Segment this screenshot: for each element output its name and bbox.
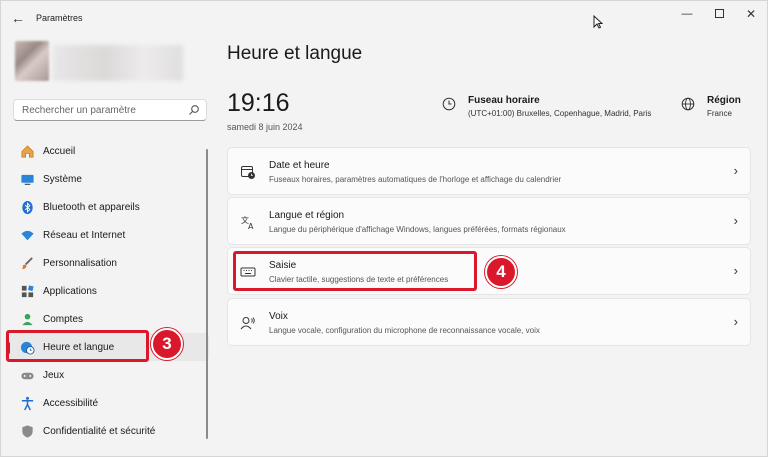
timezone-value: (UTC+01:00) Bruxelles, Copenhague, Madri…	[468, 109, 652, 118]
sidebar-item-confidentialite[interactable]: Confidentialité et sécurité	[5, 417, 209, 445]
home-icon	[19, 143, 35, 159]
title-bar: ← Paramètres — ✕	[1, 1, 767, 35]
chevron-right-icon: ›	[733, 213, 738, 228]
settings-window: ← Paramètres — ✕ Rechercher un paramètre…	[0, 0, 768, 457]
sidebar-nav: Accueil Système Bluetooth et appareils R…	[5, 137, 209, 445]
current-time: 19:16	[227, 89, 290, 117]
apps-icon	[19, 283, 35, 299]
timezone-label: Fuseau horaire	[468, 95, 540, 106]
card-title: Langue et région	[269, 210, 345, 221]
chevron-right-icon: ›	[733, 314, 738, 329]
sidebar-item-systeme[interactable]: Système	[5, 165, 209, 193]
sidebar-item-label: Confidentialité et sécurité	[43, 425, 156, 437]
search-box[interactable]: Rechercher un paramètre	[13, 99, 207, 121]
mouse-cursor-icon	[593, 15, 603, 29]
accessibility-icon	[19, 395, 35, 411]
card-subtitle: Langue du périphérique d'affichage Windo…	[269, 225, 566, 234]
card-date-et-heure[interactable]: Date et heure Fuseaux horaires, paramètr…	[227, 147, 751, 195]
card-langue-et-region[interactable]: 文 A Langue et région Langue du périphéri…	[227, 197, 751, 245]
person-icon	[19, 311, 35, 327]
maximize-icon	[714, 9, 724, 18]
back-arrow-icon[interactable]: ←	[9, 9, 27, 27]
account-name-blurred	[53, 45, 183, 81]
sidebar-item-label: Bluetooth et appareils	[43, 201, 140, 213]
sidebar-item-label: Applications	[43, 285, 97, 297]
shield-icon	[19, 423, 35, 439]
calendar-clock-icon	[241, 166, 255, 179]
sidebar-scrollbar[interactable]	[206, 149, 208, 439]
current-date: samedi 8 juin 2024	[227, 122, 303, 132]
sidebar-item-label: Personnalisation	[43, 257, 117, 269]
gamepad-icon	[19, 367, 35, 383]
sidebar-item-bluetooth[interactable]: Bluetooth et appareils	[5, 193, 209, 221]
sidebar-item-label: Réseau et Internet	[43, 229, 126, 241]
sidebar-item-accessibilite[interactable]: Accessibilité	[5, 389, 209, 417]
sidebar-item-reseau[interactable]: Réseau et Internet	[5, 221, 209, 249]
sidebar-item-label: Jeux	[43, 369, 65, 381]
sidebar-item-applications[interactable]: Applications	[5, 277, 209, 305]
region-label: Région	[707, 95, 741, 106]
sidebar-item-personnalisation[interactable]: Personnalisation	[5, 249, 209, 277]
app-title: Paramètres	[36, 13, 83, 23]
step-badge-4: 4	[485, 256, 517, 288]
maximize-button[interactable]	[705, 4, 733, 24]
voice-icon	[240, 317, 255, 330]
sidebar-item-label: Comptes	[43, 313, 84, 325]
sidebar-item-comptes[interactable]: Comptes	[5, 305, 209, 333]
search-icon[interactable]	[188, 104, 200, 116]
globe-clock-icon	[442, 97, 456, 111]
highlight-box-saisie	[233, 251, 477, 291]
card-title: Date et heure	[269, 160, 330, 171]
close-button[interactable]: ✕	[737, 4, 765, 24]
chevron-right-icon: ›	[733, 263, 738, 278]
svg-text:A: A	[248, 222, 254, 230]
card-voix[interactable]: Voix Langue vocale, configuration du mic…	[227, 298, 751, 346]
sidebar-item-accueil[interactable]: Accueil	[5, 137, 209, 165]
language-icon: 文 A	[241, 215, 254, 230]
brush-icon	[19, 255, 35, 271]
avatar[interactable]	[15, 41, 49, 81]
card-subtitle: Langue vocale, configuration du micropho…	[269, 326, 540, 335]
sidebar-item-label: Accessibilité	[43, 397, 99, 409]
step-badge-3: 3	[151, 328, 183, 360]
bluetooth-icon	[19, 199, 35, 215]
minimize-button[interactable]: —	[673, 4, 701, 24]
region-value: France	[707, 109, 732, 118]
sidebar-item-jeux[interactable]: Jeux	[5, 361, 209, 389]
globe-icon	[681, 97, 695, 111]
monitor-icon	[19, 171, 35, 187]
sidebar-item-label: Système	[43, 173, 82, 185]
highlight-box-heure-et-langue	[6, 330, 149, 362]
search-input[interactable]: Rechercher un paramètre	[22, 105, 136, 116]
sidebar-item-label: Accueil	[43, 145, 76, 157]
card-subtitle: Fuseaux horaires, paramètres automatique…	[269, 175, 562, 184]
wifi-icon	[19, 227, 35, 243]
card-title: Voix	[269, 311, 288, 322]
page-title: Heure et langue	[227, 43, 363, 64]
chevron-right-icon: ›	[733, 163, 738, 178]
